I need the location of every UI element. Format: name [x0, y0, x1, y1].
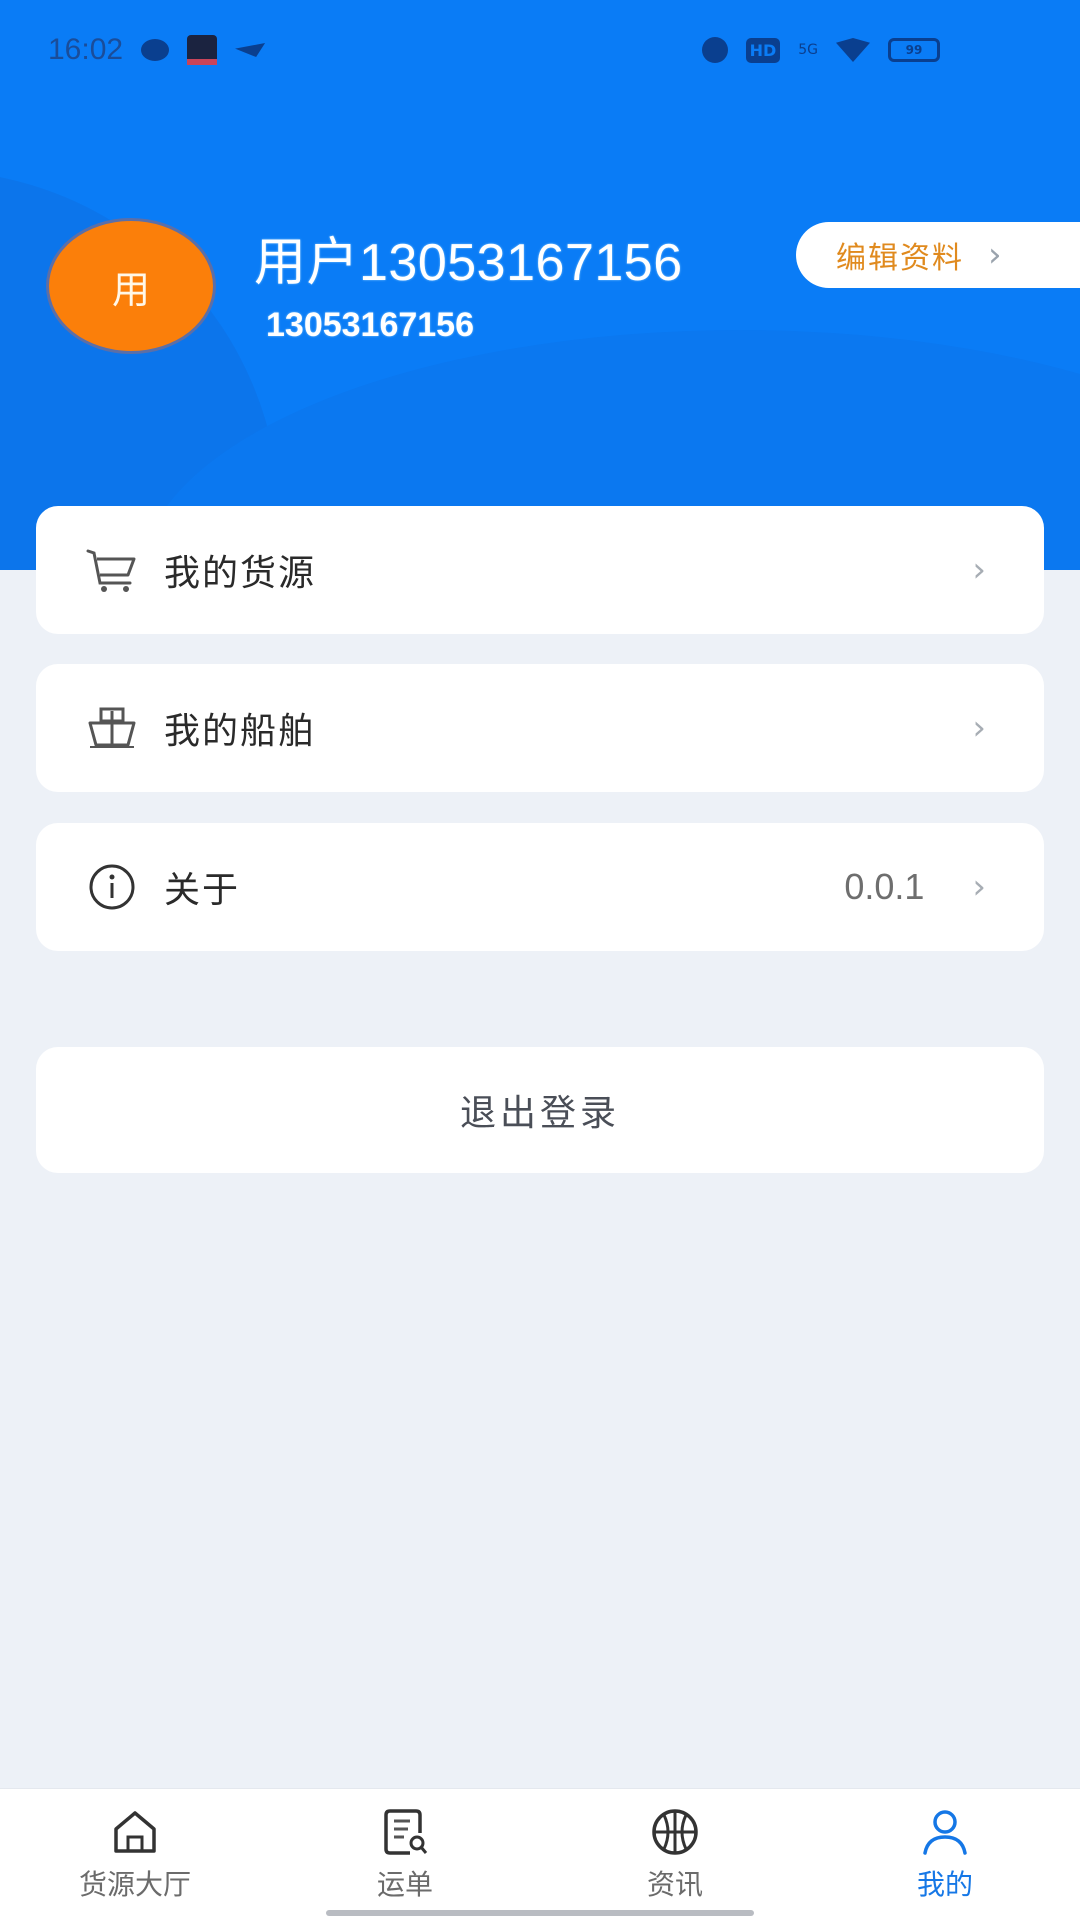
info-icon: [84, 859, 140, 915]
waybill-search-icon: [378, 1807, 432, 1857]
tab-label: 货源大厅: [78, 1868, 191, 1901]
menu-item-my-ships[interactable]: 我的船舶 ›: [36, 664, 1044, 792]
avatar[interactable]: 用: [46, 218, 216, 354]
phone-number: 13053167156: [266, 306, 475, 344]
battery-icon: 99: [888, 38, 940, 62]
menu-item-label: 我的船舶: [164, 711, 317, 752]
cart-icon: [84, 542, 140, 598]
tab-news[interactable]: 资讯: [540, 1789, 810, 1920]
hd-icon: HD: [745, 37, 781, 63]
menu-item-my-cargo[interactable]: 我的货源 ›: [36, 506, 1044, 634]
navigation-icon: [235, 43, 266, 57]
edit-profile-button[interactable]: 编辑资料 ›: [796, 222, 1080, 288]
status-bar: 16:02 HD 5G 99: [0, 0, 1080, 100]
app-icon: [187, 35, 218, 65]
avatar-text: 用: [111, 267, 150, 312]
tab-label: 我的: [916, 1868, 973, 1901]
home-icon: [108, 1807, 162, 1857]
tab-mine[interactable]: 我的: [810, 1789, 1080, 1920]
alarm-icon: [701, 37, 728, 63]
notification-icon: [141, 39, 170, 61]
wifi-icon: [836, 38, 870, 62]
logout-button[interactable]: 退出登录: [36, 1047, 1044, 1173]
tab-cargo-hall[interactable]: 货源大厅: [0, 1789, 270, 1920]
chevron-right-icon: ›: [988, 235, 1002, 275]
ship-icon: [84, 700, 140, 756]
chevron-right-icon: ›: [972, 550, 986, 590]
logout-label: 退出登录: [459, 1093, 620, 1134]
menu-item-label: 我的货源: [164, 553, 317, 594]
user-icon: [918, 1807, 972, 1857]
username: 用户13053167156: [254, 234, 683, 292]
menu-item-label: 关于: [164, 870, 241, 911]
status-time: 16:02: [48, 33, 124, 66]
chevron-right-icon: ›: [972, 708, 986, 748]
tab-waybill[interactable]: 运单: [270, 1789, 540, 1920]
bottom-tab-bar: 货源大厅 运单 资讯 我的: [0, 1788, 1080, 1920]
home-indicator[interactable]: [326, 1910, 754, 1916]
edit-profile-label: 编辑资料: [836, 241, 964, 276]
5g-signal-icon: 5G: [798, 42, 818, 58]
menu-item-about[interactable]: 关于 0.0.1 ›: [36, 823, 1044, 951]
chevron-right-icon: ›: [972, 867, 986, 907]
news-globe-icon: [648, 1807, 702, 1857]
version-value: 0.0.1: [844, 866, 925, 907]
tab-label: 运单: [376, 1868, 433, 1901]
profile-section: 用 用户13053167156 13053167156 编辑资料 ›: [0, 200, 1080, 380]
tab-label: 资讯: [646, 1868, 703, 1901]
